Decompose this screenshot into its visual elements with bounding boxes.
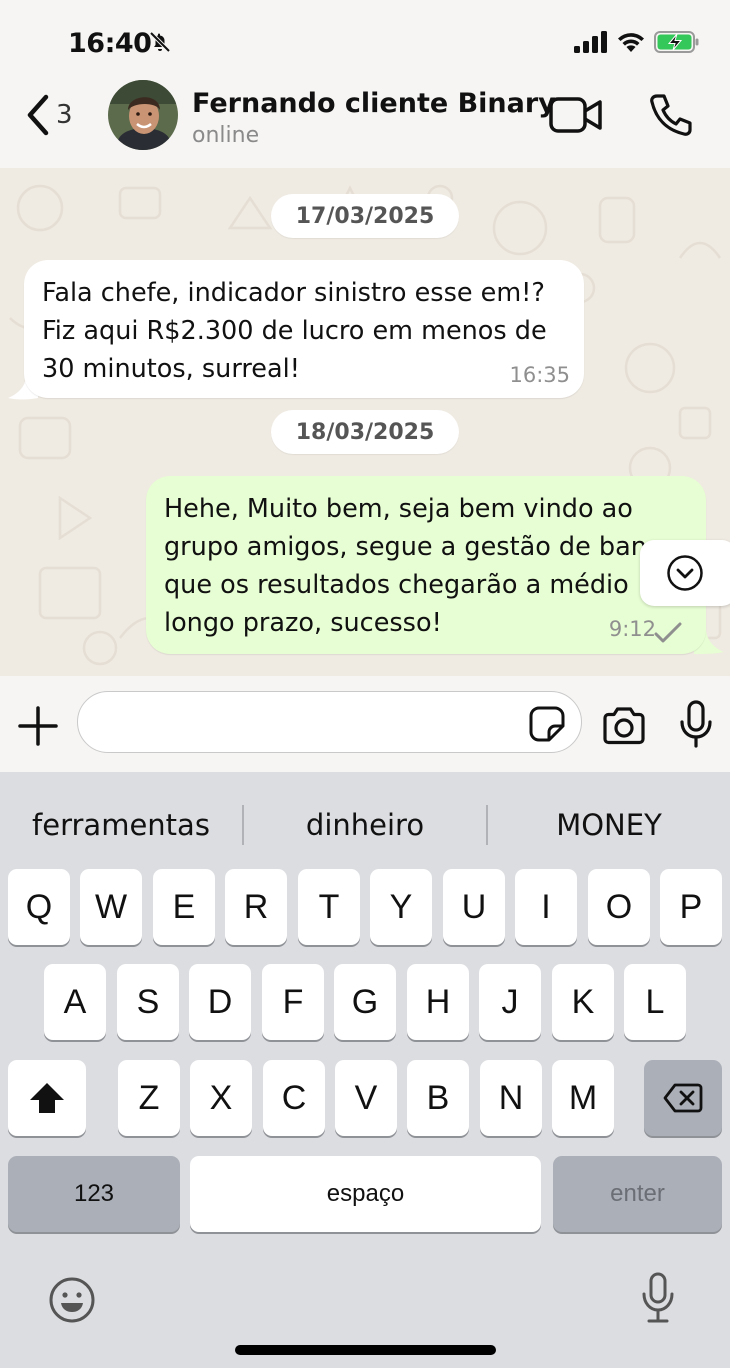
key-c[interactable]: C bbox=[263, 1060, 325, 1136]
contact-name[interactable]: Fernando cliente Binary bbox=[192, 88, 556, 119]
status-time: 16:40 bbox=[68, 28, 152, 59]
shift-key[interactable] bbox=[8, 1060, 86, 1136]
date-separator: 18/03/2025 bbox=[271, 410, 459, 454]
message-text-line: Hehe, Muito bem, seja bem vindo ao bbox=[164, 494, 633, 524]
unread-count: 3 bbox=[56, 100, 73, 130]
video-camera-icon[interactable] bbox=[548, 94, 604, 136]
key-z[interactable]: Z bbox=[118, 1060, 180, 1136]
key-k[interactable]: K bbox=[552, 964, 614, 1040]
key-h[interactable]: H bbox=[407, 964, 469, 1040]
double-check-icon bbox=[654, 622, 682, 643]
message-text-line: que os resultados chegarão a médio bbox=[164, 570, 629, 600]
suggestion-bar: ferramentas dinheiro MONEY bbox=[0, 792, 730, 858]
message-text-line: grupo amigos, segue a gestão de banca bbox=[164, 532, 677, 562]
key-q[interactable]: Q bbox=[8, 869, 70, 945]
contact-status: online bbox=[192, 123, 260, 148]
key-s[interactable]: S bbox=[117, 964, 179, 1040]
key-row-1: Q W E R T Y U I O P bbox=[0, 869, 730, 945]
message-input[interactable] bbox=[100, 692, 520, 750]
message-text-line: 30 minutos, surreal! bbox=[42, 354, 300, 384]
status-icons bbox=[574, 30, 700, 54]
message-time: 9:12 bbox=[608, 617, 656, 641]
suggestion-item[interactable]: ferramentas bbox=[0, 792, 242, 858]
sticker-icon[interactable] bbox=[529, 706, 565, 742]
key-g[interactable]: G bbox=[334, 964, 396, 1040]
key-b[interactable]: B bbox=[407, 1060, 469, 1136]
date-separator: 17/03/2025 bbox=[271, 194, 459, 238]
key-r[interactable]: R bbox=[225, 869, 287, 945]
incoming-message[interactable]: Fala chefe, indicador sinistro esse em!?… bbox=[24, 260, 584, 398]
message-field[interactable] bbox=[77, 691, 582, 753]
backspace-icon bbox=[663, 1083, 703, 1113]
wifi-icon bbox=[618, 33, 644, 52]
home-indicator bbox=[235, 1345, 496, 1355]
microphone-icon[interactable] bbox=[678, 700, 714, 748]
key-p[interactable]: P bbox=[660, 869, 722, 945]
key-o[interactable]: O bbox=[588, 869, 650, 945]
suggestion-item[interactable]: dinheiro bbox=[244, 792, 486, 858]
backspace-key[interactable] bbox=[644, 1060, 722, 1136]
outgoing-message[interactable]: Hehe, Muito bem, seja bem vindo ao grupo… bbox=[146, 476, 706, 654]
enter-key[interactable]: enter bbox=[553, 1156, 722, 1232]
avatar-photo-icon bbox=[108, 80, 178, 150]
key-l[interactable]: L bbox=[624, 964, 686, 1040]
keyboard: ferramentas dinheiro MONEY Q W E R T Y U… bbox=[0, 772, 730, 1368]
bell-slash-icon bbox=[149, 31, 171, 53]
chat-header: 3 Fernando cliente Binary online bbox=[0, 80, 730, 168]
space-key[interactable]: espaço bbox=[190, 1156, 541, 1232]
message-input-bar bbox=[0, 676, 730, 772]
back-button[interactable]: 3 bbox=[24, 90, 73, 140]
message-text-line: longo prazo, sucesso! bbox=[164, 608, 442, 638]
key-row-3: Z X C V B N M bbox=[0, 1060, 730, 1136]
dictation-microphone-icon[interactable] bbox=[640, 1272, 676, 1324]
message-text-line: Fiz aqui R$2.300 de lucro em menos de bbox=[42, 316, 547, 346]
plus-icon[interactable] bbox=[16, 704, 60, 748]
phone-icon[interactable] bbox=[648, 92, 694, 138]
key-u[interactable]: U bbox=[443, 869, 505, 945]
status-bar: 16:40 bbox=[0, 0, 730, 80]
key-row-4: 123 espaço enter bbox=[0, 1156, 730, 1232]
chat-area[interactable]: 17/03/2025 Fala chefe, indicador sinistr… bbox=[0, 168, 730, 676]
scroll-to-bottom-button[interactable] bbox=[640, 540, 730, 606]
key-d[interactable]: D bbox=[189, 964, 251, 1040]
shift-icon bbox=[30, 1083, 64, 1113]
message-text-line: Fala chefe, indicador sinistro esse em!? bbox=[42, 278, 545, 308]
key-m[interactable]: M bbox=[552, 1060, 614, 1136]
battery-charging-icon bbox=[654, 31, 699, 53]
key-a[interactable]: A bbox=[44, 964, 106, 1040]
key-y[interactable]: Y bbox=[370, 869, 432, 945]
suggestion-item[interactable]: MONEY bbox=[488, 792, 730, 858]
key-j[interactable]: J bbox=[479, 964, 541, 1040]
camera-icon[interactable] bbox=[601, 706, 647, 746]
message-time: 16:35 bbox=[509, 363, 570, 387]
key-n[interactable]: N bbox=[480, 1060, 542, 1136]
chevron-down-icon bbox=[667, 555, 703, 591]
avatar[interactable] bbox=[108, 80, 178, 150]
key-row-2: A S D F G H J K L bbox=[0, 964, 730, 1040]
numbers-key[interactable]: 123 bbox=[8, 1156, 180, 1232]
emoji-icon[interactable] bbox=[48, 1276, 96, 1324]
chevron-left-icon bbox=[27, 94, 49, 136]
key-f[interactable]: F bbox=[262, 964, 324, 1040]
signal-icon bbox=[574, 31, 607, 53]
key-e[interactable]: E bbox=[153, 869, 215, 945]
key-v[interactable]: V bbox=[335, 1060, 397, 1136]
key-w[interactable]: W bbox=[80, 869, 142, 945]
key-x[interactable]: X bbox=[190, 1060, 252, 1136]
key-i[interactable]: I bbox=[515, 869, 577, 945]
key-t[interactable]: T bbox=[298, 869, 360, 945]
